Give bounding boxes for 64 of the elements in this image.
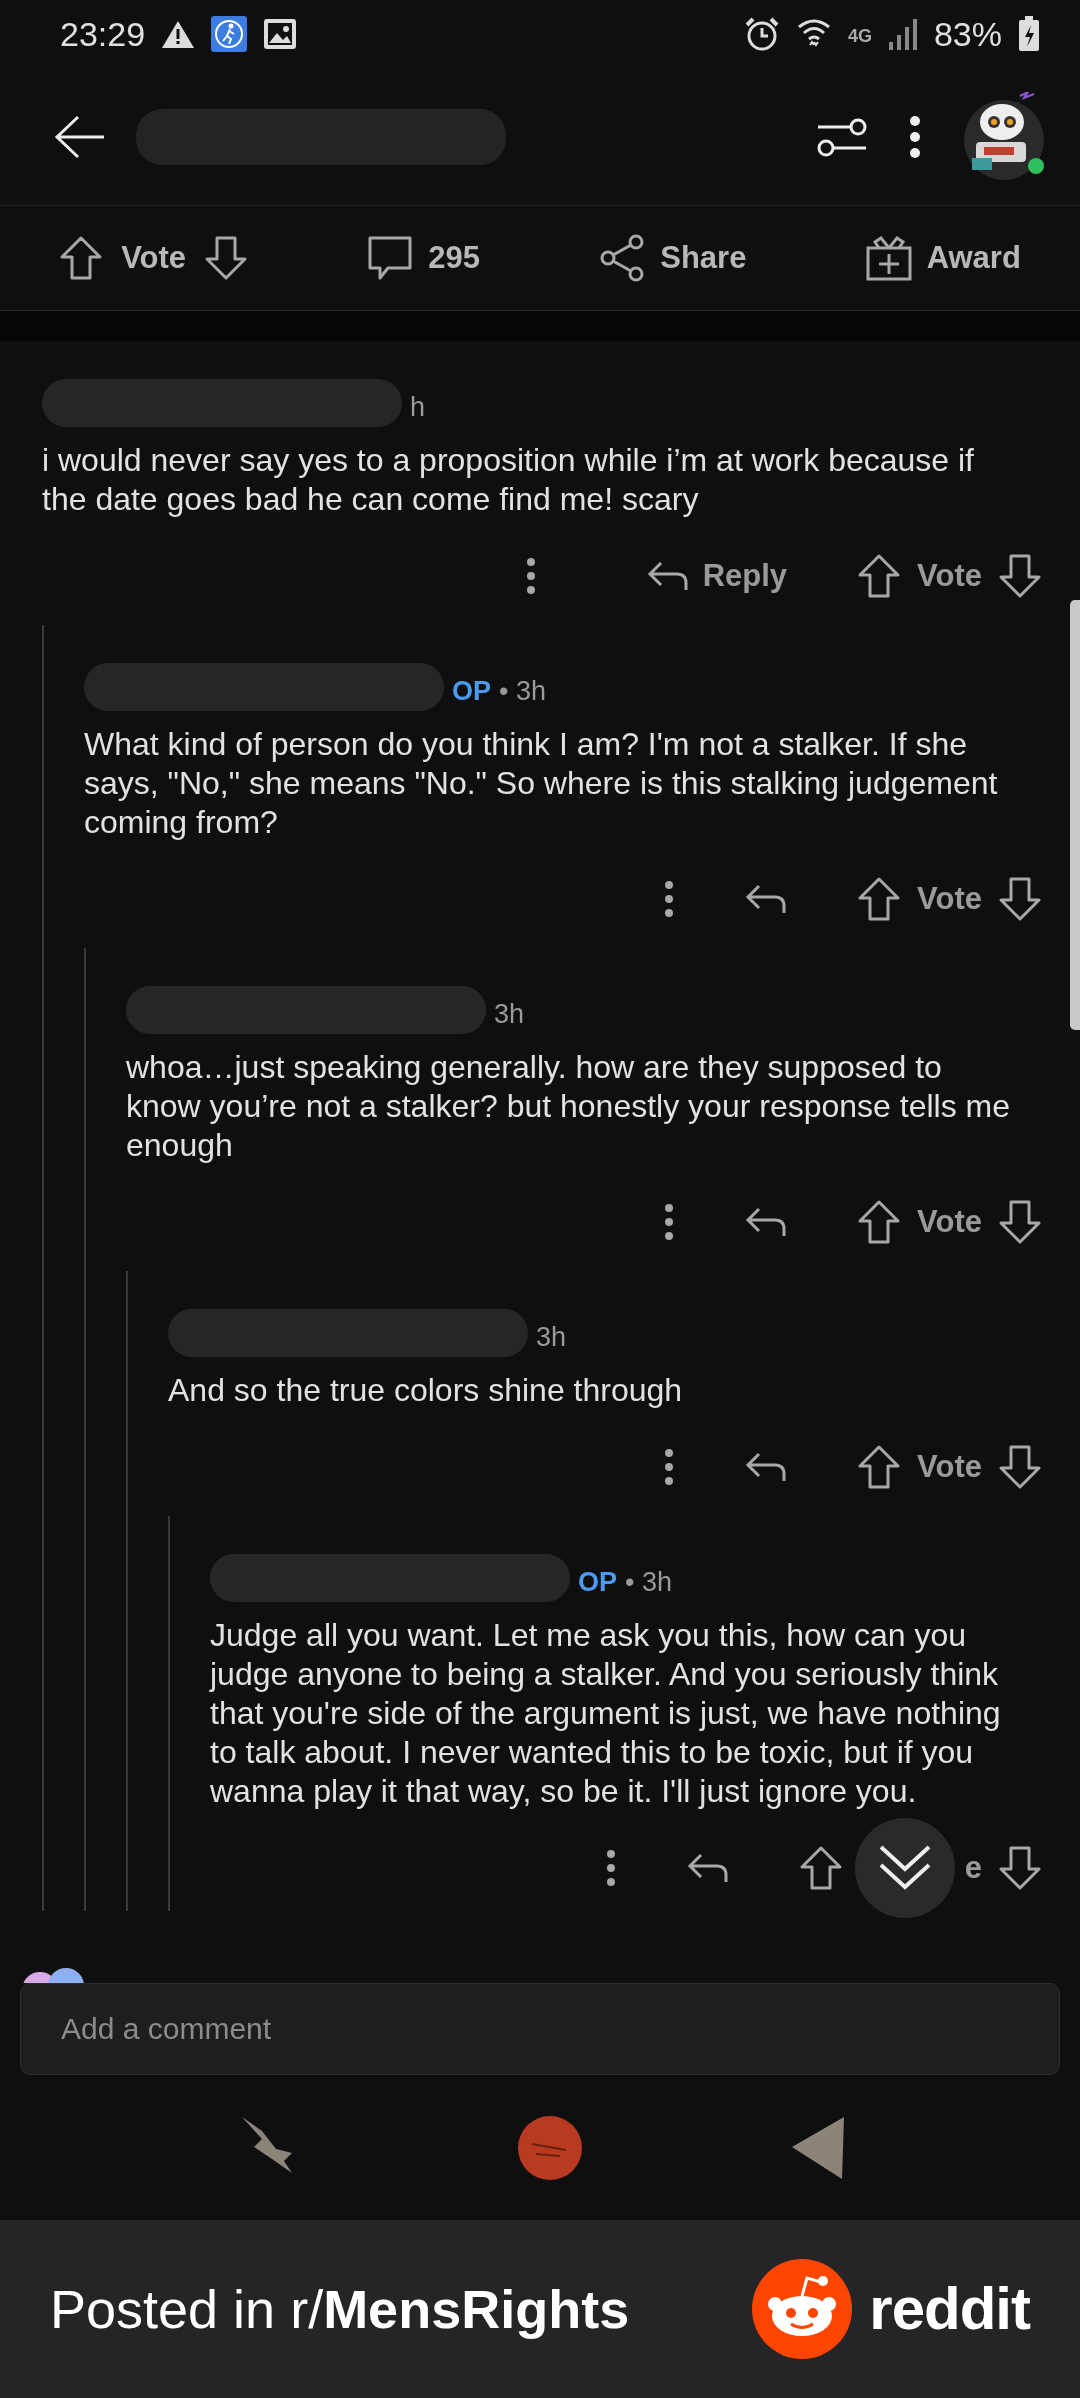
upvote-icon — [59, 235, 104, 281]
comments-button[interactable]: 295 — [356, 234, 490, 282]
alarm-icon — [743, 16, 780, 52]
circle-icon — [516, 2113, 584, 2182]
vote-label: e — [964, 1848, 982, 1887]
op-label: OP — [578, 1565, 617, 1599]
vote-label: Vote — [917, 1202, 982, 1241]
reply-icon — [646, 560, 689, 592]
comment-time: 3h — [494, 997, 525, 1031]
kebab-menu-icon — [908, 114, 922, 159]
downvote-icon — [998, 876, 1042, 922]
upvote-icon — [857, 1444, 902, 1490]
upvote-icon — [857, 553, 902, 599]
back-arrow-icon — [54, 113, 106, 160]
battery-icon — [1018, 16, 1040, 52]
comment-time: • 3h — [625, 1565, 672, 1599]
more-icon — [604, 1848, 617, 1888]
downvote-icon — [998, 553, 1042, 599]
more-icon — [663, 879, 676, 919]
clock-time: 23:29 — [60, 13, 146, 55]
reddit-logo-icon — [751, 2258, 854, 2360]
comment-time: h — [410, 390, 426, 424]
vote-label: Vote — [917, 556, 982, 595]
comment-input-field[interactable]: Add a comment — [20, 1983, 1060, 2075]
comment-time: • 3h — [499, 674, 546, 708]
op-label: OP — [452, 674, 491, 708]
upvote-icon — [857, 1199, 902, 1245]
award-button[interactable]: Award — [854, 234, 1031, 282]
comment-text: Judge all you want. Let me ask you this, how can you judge anyone to being a stalker. And you seriously think that you're side of the argument is just, we have nothing to talk about. I never wanted this to be toxic, but if you wanna play it that way, so be it. I'll just ignore you. — [210, 1616, 1002, 1811]
network-type: 4G — [847, 24, 872, 48]
running-figure-icon — [211, 16, 248, 52]
comment-text: whoa…just speaking generally. how are they supposed to know you’re not a stalker? but honestly your response tells me enough — [126, 1048, 1011, 1165]
vote-label: Vote — [121, 238, 186, 277]
signal-icon — [887, 18, 918, 50]
comment-text: i would never say yes to a proposition while i’m at work because if the date goes bad he can come find me! scary — [42, 441, 975, 519]
downvote-icon — [204, 235, 248, 281]
reply-icon — [686, 1852, 729, 1884]
upvote-icon — [798, 1845, 843, 1891]
slider-settings-icon — [816, 116, 868, 157]
more-icon — [524, 556, 537, 596]
downvote-icon — [998, 1444, 1042, 1490]
warning-icon — [161, 19, 196, 49]
gift-icon — [864, 234, 913, 282]
reply-button[interactable]: Reply — [636, 552, 798, 600]
more-icon — [663, 1202, 676, 1242]
upvote-icon — [857, 876, 902, 922]
speech-bubble-icon — [366, 234, 415, 282]
robot-avatar-icon — [962, 91, 1046, 182]
posted-in-text: Posted in r/MensRights — [50, 2277, 630, 2341]
downvote-icon — [998, 1199, 1042, 1245]
vote-label: Vote — [917, 1447, 982, 1486]
brand-wordmark: reddit — [869, 2274, 1030, 2344]
share-button[interactable]: Share — [588, 234, 757, 282]
comment-text: What kind of person do you think I am? I'm not a stalker. If she says, "No," she means "No." So where is this stalking judgement coming from? — [84, 725, 999, 842]
reply-icon — [745, 1206, 788, 1238]
downvote-icon — [998, 1845, 1042, 1891]
reply-icon — [745, 1451, 788, 1483]
comment-time: 3h — [536, 1320, 567, 1354]
vote-label: Vote — [917, 879, 982, 918]
battery-percent: 83% — [933, 13, 1002, 55]
reply-icon — [745, 883, 788, 915]
more-icon — [663, 1447, 676, 1487]
comment-text: And so the true colors shine through — [168, 1371, 684, 1410]
image-icon — [263, 18, 298, 50]
